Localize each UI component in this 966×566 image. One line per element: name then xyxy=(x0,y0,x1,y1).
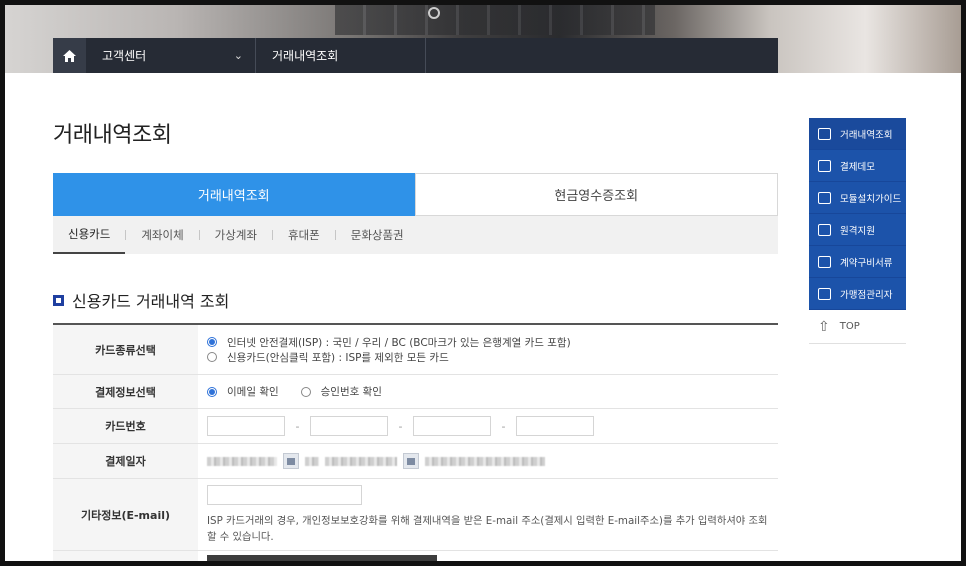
quick-menu-label: 모듈설치가이드 xyxy=(840,193,902,205)
tab-cash-receipt[interactable]: 현금영수증조회 xyxy=(414,173,778,216)
separator-blurred xyxy=(305,456,319,466)
form-row-extra-email: 기타정보(E-mail) ISP 카드거래의 경우, 개인정보보호강화를 위해 … xyxy=(53,479,778,551)
quick-menu-payment-demo[interactable]: 결제데모 xyxy=(809,150,906,182)
form-row-pay-info: 결제정보선택 이메일 확인 승인번호 확인 xyxy=(53,375,778,409)
top-button[interactable]: ⇧ TOP xyxy=(809,310,906,344)
card-number-input-2[interactable] xyxy=(310,416,388,436)
date-select-blurred[interactable] xyxy=(325,456,397,466)
subtab-virtual-account[interactable]: 가상계좌 xyxy=(200,216,272,254)
main-tabs: 거래내역조회 현금영수증조회 xyxy=(53,173,778,216)
radio-button[interactable] xyxy=(207,352,217,362)
calendar-icon[interactable] xyxy=(283,453,299,469)
card-number-input-1[interactable] xyxy=(207,416,285,436)
power-icon xyxy=(428,7,440,19)
field-label: 결제일자 xyxy=(53,444,198,478)
home-button[interactable] xyxy=(53,38,86,73)
card-number-input-3[interactable] xyxy=(413,416,491,436)
quick-menu-label: 원격지원 xyxy=(840,225,875,237)
sub-tabs: 신용카드 계좌이체 가상계좌 휴대폰 문화상품권 xyxy=(53,216,778,254)
monitor-icon xyxy=(818,191,831,204)
square-bullet-icon xyxy=(53,294,64,306)
blurred-content xyxy=(207,555,437,561)
quick-menu-label: 결제데모 xyxy=(840,161,875,173)
radio-button[interactable] xyxy=(207,386,217,397)
nav-menu-customer-center[interactable]: 고객센터 ⌄ xyxy=(86,38,256,73)
chevron-down-icon: ⌄ xyxy=(233,49,243,62)
separator: - xyxy=(295,419,300,433)
quick-menu-contract-docs[interactable]: 계약구비서류 xyxy=(809,246,906,278)
page-title: 거래내역조회 xyxy=(53,123,172,148)
nav-menu-label: 고객센터 xyxy=(102,49,147,63)
arrow-up-icon: ⇧ xyxy=(818,318,830,335)
quick-menu-module-guide[interactable]: 모듈설치가이드 xyxy=(809,182,906,214)
quick-menu-remote-support[interactable]: 원격지원 xyxy=(809,214,906,246)
radio-option-credit-card[interactable]: 신용카드(안심클릭 포함) : ISP를 제외한 모든 카드 xyxy=(207,350,769,365)
radio-button[interactable] xyxy=(300,386,311,397)
subtab-bank-transfer[interactable]: 계좌이체 xyxy=(126,216,198,254)
radio-button[interactable] xyxy=(207,337,217,347)
quick-menu-transaction-history[interactable]: 거래내역조회 xyxy=(809,118,906,150)
inquiry-form: 카드종류선택 인터넷 안전결제(ISP) : 국민 / 우리 / BC (BC마… xyxy=(53,323,778,561)
global-nav: 고객센터 ⌄ 거래내역조회 xyxy=(53,38,778,73)
radio-label: 신용카드(안심클릭 포함) : ISP를 제외한 모든 카드 xyxy=(227,351,449,364)
quick-menu-label: 거래내역조회 xyxy=(840,129,893,141)
subtab-credit-card[interactable]: 신용카드 xyxy=(53,216,126,254)
separator: - xyxy=(501,419,506,433)
subtab-mobile[interactable]: 휴대폰 xyxy=(273,216,335,254)
quick-menu-label: 가맹점관리자 xyxy=(840,289,893,301)
document-icon xyxy=(818,255,831,268)
radio-label: 이메일 확인 xyxy=(227,386,279,398)
form-row-next xyxy=(53,551,778,561)
page-frame: 고객센터 ⌄ 거래내역조회 거래내역조회 거래내역조회 현금영수증조회 신용카드… xyxy=(5,5,961,561)
radio-label: 인터넷 안전결제(ISP) : 국민 / 우리 / BC (BC마크가 있는 은… xyxy=(227,336,571,349)
subtab-culture-voucher[interactable]: 문화상품권 xyxy=(336,216,419,254)
radio-option-email[interactable]: 이메일 확인 xyxy=(207,384,279,399)
nav-menu-label: 거래내역조회 xyxy=(272,49,339,63)
search-doc-icon xyxy=(818,127,831,140)
section-title-text: 신용카드 거래내역 조회 xyxy=(72,292,230,311)
nav-menu-transaction[interactable]: 거래내역조회 xyxy=(256,38,426,73)
radio-option-isp[interactable]: 인터넷 안전결제(ISP) : 국민 / 우리 / BC (BC마크가 있는 은… xyxy=(207,335,769,350)
home-icon xyxy=(63,49,76,62)
email-note: ISP 카드거래의 경우, 개인정보보호강화를 위해 결제내역을 받은 E-ma… xyxy=(207,514,768,543)
calendar-icon[interactable] xyxy=(403,453,419,469)
field-label: 카드번호 xyxy=(53,409,198,443)
radio-label: 승인번호 확인 xyxy=(320,386,382,398)
date-select-blurred[interactable] xyxy=(207,456,277,466)
remote-icon xyxy=(818,223,831,236)
field-label xyxy=(53,551,198,561)
separator: - xyxy=(398,419,403,433)
top-label: TOP xyxy=(839,321,860,332)
tab-transaction-history[interactable]: 거래내역조회 xyxy=(53,173,415,216)
form-row-card-number: 카드번호 - - - xyxy=(53,409,778,444)
field-label: 기타정보(E-mail) xyxy=(53,479,198,550)
quick-menu-label: 계약구비서류 xyxy=(840,257,893,269)
card-icon xyxy=(818,159,831,172)
radio-option-approval-number[interactable]: 승인번호 확인 xyxy=(300,384,382,399)
period-buttons-blurred[interactable] xyxy=(425,456,545,466)
form-row-card-type: 카드종류선택 인터넷 안전결제(ISP) : 국민 / 우리 / BC (BC마… xyxy=(53,325,778,375)
quick-menu-merchant-admin[interactable]: 가맹점관리자 xyxy=(809,278,906,310)
card-number-input-4[interactable] xyxy=(516,416,594,436)
field-label: 카드종류선택 xyxy=(53,325,198,374)
form-row-pay-date: 결제일자 xyxy=(53,444,778,479)
keyboard-image xyxy=(335,5,655,35)
field-label: 결제정보선택 xyxy=(53,375,198,408)
quick-menu: 거래내역조회 결제데모 모듈설치가이드 원격지원 계약구비서류 가맹점관리자 ⇧… xyxy=(809,118,906,344)
building-icon xyxy=(818,287,831,300)
email-input[interactable] xyxy=(207,484,362,505)
section-title: 신용카드 거래내역 조회 xyxy=(53,288,229,312)
